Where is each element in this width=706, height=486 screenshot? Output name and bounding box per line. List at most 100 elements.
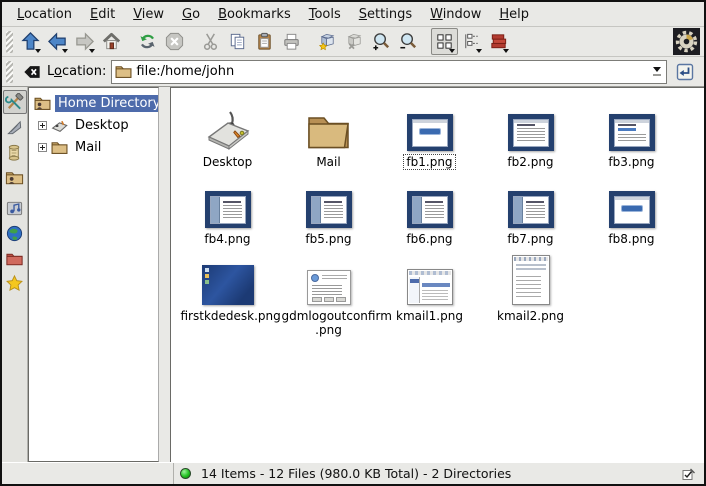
tree-item-desktop[interactable]: Desktop [29, 114, 158, 136]
file-item[interactable]: kmail2.png [480, 252, 581, 338]
dropdown-caret-icon [653, 67, 661, 72]
location-dropdown-button[interactable] [649, 62, 665, 82]
tree-view-button[interactable] [458, 28, 485, 55]
sidebar-tab-bookmarks[interactable] [3, 271, 27, 295]
toolbar-drag-handle[interactable] [6, 31, 13, 53]
home-folder-icon [5, 168, 24, 187]
tree-item-mail[interactable]: Mail [29, 136, 158, 158]
statusbar-left-spacer [2, 463, 174, 484]
file-thumbnail [202, 252, 254, 305]
file-label: Desktop [200, 154, 256, 170]
location-toolbar: Location: [2, 57, 704, 87]
icon-view-button[interactable] [431, 28, 458, 55]
star-icon [5, 274, 24, 293]
back-button[interactable] [44, 28, 71, 55]
panel-splitter[interactable] [159, 87, 170, 462]
paste-icon [254, 31, 275, 52]
file-item[interactable]: gdmlogoutconfirm.png [278, 252, 379, 338]
cut-button [197, 28, 224, 55]
sidebar-tab-network[interactable] [3, 221, 27, 245]
file-label: fb4.png [201, 231, 253, 247]
file-item[interactable]: fb3.png [581, 98, 682, 170]
location-input[interactable] [136, 64, 645, 79]
tree-expander-icon[interactable] [38, 143, 47, 152]
view-mode-button[interactable] [485, 28, 512, 55]
sidebar-tab-services[interactable] [3, 196, 27, 220]
file-thumbnail [205, 175, 251, 228]
sidebar-tab-history[interactable] [3, 140, 27, 164]
scissors-icon [200, 31, 221, 52]
file-item[interactable]: fb5.png [278, 175, 379, 247]
menu-edit[interactable]: Edit [81, 4, 124, 25]
new-window-button[interactable] [314, 28, 341, 55]
menu-tools[interactable]: Tools [300, 4, 350, 25]
menu-bookmarks[interactable]: Bookmarks [209, 4, 300, 25]
reload-button[interactable] [134, 28, 161, 55]
paste-button[interactable] [251, 28, 278, 55]
tree-expander-icon[interactable] [38, 121, 47, 130]
reload-icon [137, 31, 158, 52]
file-thumbnail [407, 98, 453, 151]
menu-location[interactable]: Location [8, 4, 81, 25]
icon-view-dropdown-caret[interactable] [449, 49, 455, 53]
file-item[interactable]: fb2.png [480, 98, 581, 170]
file-item[interactable]: Mail [278, 98, 379, 170]
konqueror-window: LocationEditViewGoBookmarksToolsSettings… [0, 0, 706, 486]
tree-view-dropdown-caret[interactable] [476, 49, 482, 53]
print-button[interactable] [278, 28, 305, 55]
file-label: fb2.png [504, 154, 556, 170]
go-button[interactable] [672, 59, 698, 85]
zoom-out-button[interactable] [395, 28, 422, 55]
statusbar: 14 Items - 12 Files (980.0 KB Total) - 2… [2, 462, 704, 484]
sidebar-tabstrip [2, 87, 28, 462]
home-button[interactable] [98, 28, 125, 55]
close-window-button [341, 28, 368, 55]
copy-button[interactable] [224, 28, 251, 55]
file-item[interactable]: fb8.png [581, 175, 682, 247]
file-thumbnail [407, 175, 453, 228]
sidebar-tab-pen[interactable] [3, 115, 27, 139]
file-thumbnail [512, 252, 550, 305]
menu-go[interactable]: Go [173, 4, 209, 25]
back-dropdown-caret[interactable] [62, 49, 68, 53]
scroll-icon [5, 143, 24, 162]
stop-icon [164, 31, 185, 52]
printer-icon [281, 31, 302, 52]
kde-gear-throbber[interactable] [673, 28, 700, 55]
location-label: Location: [47, 64, 106, 79]
clear-location-icon [22, 63, 42, 81]
home-icon [101, 31, 122, 52]
menu-window[interactable]: Window [421, 4, 490, 25]
sidebar-tab-home[interactable] [3, 165, 27, 189]
file-label: firstkdedesk.png [178, 308, 278, 324]
main-area: Home DirectoryDesktopMail DesktopMailfb1… [2, 87, 704, 462]
view-mode-dropdown-caret[interactable] [503, 49, 509, 53]
tree-item-label: Mail [72, 139, 104, 156]
location-toolbar-drag-handle[interactable] [6, 61, 13, 83]
zoom-in-button[interactable] [368, 28, 395, 55]
copy-icon [227, 31, 248, 52]
file-item[interactable]: Desktop [177, 98, 278, 170]
desktop-icon [51, 118, 68, 133]
sidebar-tab-root[interactable] [3, 246, 27, 270]
main-toolbar [2, 27, 704, 57]
tree-item-home-directory[interactable]: Home Directory [29, 92, 158, 114]
file-item[interactable]: fb1.png [379, 98, 480, 170]
file-item[interactable]: fb6.png [379, 175, 480, 247]
clear-location-button[interactable] [22, 63, 42, 81]
file-item[interactable]: kmail1.png [379, 252, 480, 338]
services-icon [5, 199, 24, 218]
red-folder-icon [5, 249, 24, 268]
file-item[interactable]: fb7.png [480, 175, 581, 247]
up-button[interactable] [17, 28, 44, 55]
file-item[interactable]: fb4.png [177, 175, 278, 247]
menu-help[interactable]: Help [490, 4, 538, 25]
file-item[interactable]: firstkdedesk.png [177, 252, 278, 338]
up-dropdown-caret[interactable] [35, 49, 41, 53]
location-combobox [111, 60, 667, 84]
menu-settings[interactable]: Settings [350, 4, 421, 25]
sidebar-tab-tools[interactable] [3, 90, 27, 114]
status-led-icon [180, 468, 191, 479]
menu-view[interactable]: View [124, 4, 173, 25]
file-label: fb3.png [605, 154, 657, 170]
